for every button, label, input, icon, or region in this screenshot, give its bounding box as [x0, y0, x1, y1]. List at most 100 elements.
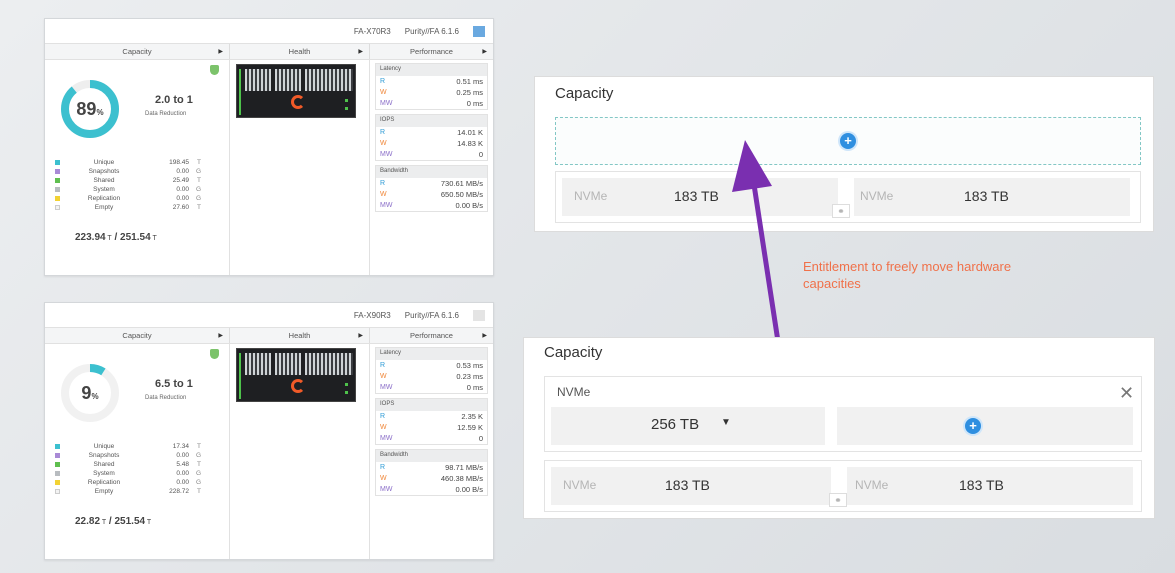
- tab-label: Performance: [410, 47, 453, 56]
- legend-name: System: [93, 186, 115, 193]
- metric-key: MW: [380, 100, 393, 107]
- chevron-right-icon: ▶: [358, 49, 363, 55]
- chevron-right-icon: ▶: [482, 49, 487, 55]
- iops-header: IOPS: [376, 399, 487, 411]
- array-dashboard-2: FA-X90R3 Purity//FA 6.1.6 Capacity ▶ Heal…: [44, 302, 494, 560]
- legend-item: Replication 0.00 G: [55, 194, 223, 203]
- shield-icon: [210, 65, 219, 75]
- capacity-slot[interactable]: NVMe 183 TB: [551, 467, 831, 505]
- hardware-image[interactable]: [236, 64, 356, 118]
- size-select[interactable]: 256 TB ▼: [551, 407, 825, 445]
- legend-item: Empty 228.72 T: [55, 487, 223, 496]
- capacity-slot[interactable]: NVMe 183 TB: [562, 178, 838, 216]
- legend-unit: T: [197, 488, 201, 495]
- add-icon[interactable]: +: [965, 418, 981, 434]
- close-icon[interactable]: ✕: [1119, 383, 1134, 404]
- array-os-version: Purity//FA 6.1.6: [404, 26, 459, 36]
- metric-key: W: [380, 89, 387, 96]
- legend-swatch: [55, 187, 60, 192]
- legend-swatch: [55, 444, 60, 449]
- capacity-total: 22.82 T / 251.54 T: [75, 516, 152, 527]
- capacity-percent: 9%: [59, 362, 121, 424]
- tab-capacity[interactable]: Capacity ▶: [45, 44, 230, 59]
- legend-swatch: [55, 160, 60, 165]
- slot-type: NVMe: [574, 189, 608, 203]
- legend-value: 0.00: [176, 186, 189, 193]
- metric-key: R: [380, 129, 386, 136]
- legend-value: 17.34: [172, 443, 189, 450]
- array-model: FA-X70R3: [353, 26, 391, 36]
- legend-unit: G: [195, 470, 201, 477]
- dashboard-tabs: Capacity ▶ Health ▶ Performance ▶: [45, 43, 493, 60]
- latency-row: W 0.25 ms: [376, 87, 487, 98]
- chevron-right-icon: ▶: [358, 333, 363, 339]
- tab-performance[interactable]: Performance ▶: [370, 44, 493, 59]
- legend-name: Replication: [87, 479, 121, 486]
- selected-size: 256 TB: [651, 416, 700, 433]
- capacity-total: 223.94 T / 251.54 T: [75, 232, 157, 243]
- legend-item: System 0.00 G: [55, 469, 223, 478]
- tab-performance[interactable]: Performance ▶: [370, 328, 493, 343]
- latency-header: Latency: [376, 64, 487, 76]
- capacity-slot[interactable]: NVMe 183 TB: [854, 178, 1130, 216]
- metric-value: 14.01 K: [457, 128, 483, 137]
- latency-header: Latency: [376, 348, 487, 360]
- tab-health[interactable]: Health ▶: [230, 328, 370, 343]
- performance-panel: Latency R 0.53 ms W 0.23 ms MW 0 ms IOPS R 2.3…: [370, 344, 493, 559]
- add-icon[interactable]: +: [840, 133, 856, 149]
- capacity-slot[interactable]: NVMe 183 TB: [847, 467, 1133, 505]
- link-icon[interactable]: ⚭: [829, 493, 847, 507]
- array-dashboard-1: FA-X70R3 Purity//FA 6.1.6 Capacity ▶ Heal…: [44, 18, 494, 276]
- annotation-line-1: Entitlement to freely move hardware: [803, 259, 1012, 274]
- hardware-image[interactable]: [236, 348, 356, 402]
- bandwidth-row: MW 0.00 B/s: [376, 484, 487, 495]
- metric-key: W: [380, 424, 387, 431]
- legend-value: 0.00: [176, 195, 189, 202]
- legend-item: Empty 27.60 T: [55, 203, 223, 212]
- legend-swatch: [55, 480, 60, 485]
- iops-row: MW 0: [376, 433, 487, 444]
- empty-slot[interactable]: +: [555, 117, 1141, 165]
- add-slot[interactable]: +: [837, 407, 1133, 445]
- slot-type: NVMe: [860, 189, 894, 203]
- dashboard-header: FA-X70R3 Purity//FA 6.1.6: [45, 19, 493, 43]
- tab-health[interactable]: Health ▶: [230, 44, 370, 59]
- bandwidth-row: MW 0.00 B/s: [376, 200, 487, 211]
- legend-name: Snapshots: [88, 168, 120, 175]
- iops-row: R 2.35 K: [376, 411, 487, 422]
- metric-value: 650.50 MB/s: [440, 190, 483, 199]
- legend-item: Shared 5.48 T: [55, 460, 223, 469]
- bandwidth-box: Bandwidth R 730.61 MB/s W 650.50 MB/s MW 0.00…: [375, 165, 488, 212]
- pure-logo-icon: [291, 379, 305, 393]
- iops-header: IOPS: [376, 115, 487, 127]
- capacity-percent: 89%: [59, 78, 121, 140]
- performance-panel: Latency R 0.51 ms W 0.25 ms MW 0 ms IOPS R 14.…: [370, 60, 493, 275]
- legend-value: 27.60: [172, 204, 189, 211]
- tab-label: Capacity: [122, 331, 152, 340]
- slot-row: NVMe 183 TB NVMe 183 TB ⚭: [555, 171, 1141, 223]
- legend-swatch: [55, 169, 60, 174]
- legend-unit: G: [195, 186, 201, 193]
- legend-value: 228.72: [169, 488, 189, 495]
- capacity-legend: Unique 17.34 T Snapshots 0.00 G Shared 5.48 T Sys…: [55, 442, 223, 496]
- total-unit: T: [146, 519, 152, 526]
- latency-row: MW 0 ms: [376, 382, 487, 393]
- metric-key: R: [380, 180, 386, 187]
- legend-swatch: [55, 471, 60, 476]
- info-icon[interactable]: [473, 25, 485, 37]
- iops-row: W 12.59 K: [376, 422, 487, 433]
- metric-value: 0 ms: [466, 383, 483, 392]
- used-unit: T: [101, 519, 107, 526]
- metric-value: 0.53 ms: [456, 361, 483, 370]
- legend-unit: G: [195, 168, 201, 175]
- legend-value: 0.00: [176, 470, 189, 477]
- legend-name: Shared: [93, 177, 115, 184]
- info-icon[interactable]: [473, 309, 485, 321]
- link-icon[interactable]: ⚭: [832, 204, 850, 218]
- metric-value: 0.51 ms: [456, 77, 483, 86]
- latency-row: R 0.51 ms: [376, 76, 487, 87]
- tab-capacity[interactable]: Capacity ▶: [45, 328, 230, 343]
- legend-swatch: [55, 489, 60, 494]
- legend-value: 25.49: [172, 177, 189, 184]
- bandwidth-header: Bandwidth: [376, 450, 487, 462]
